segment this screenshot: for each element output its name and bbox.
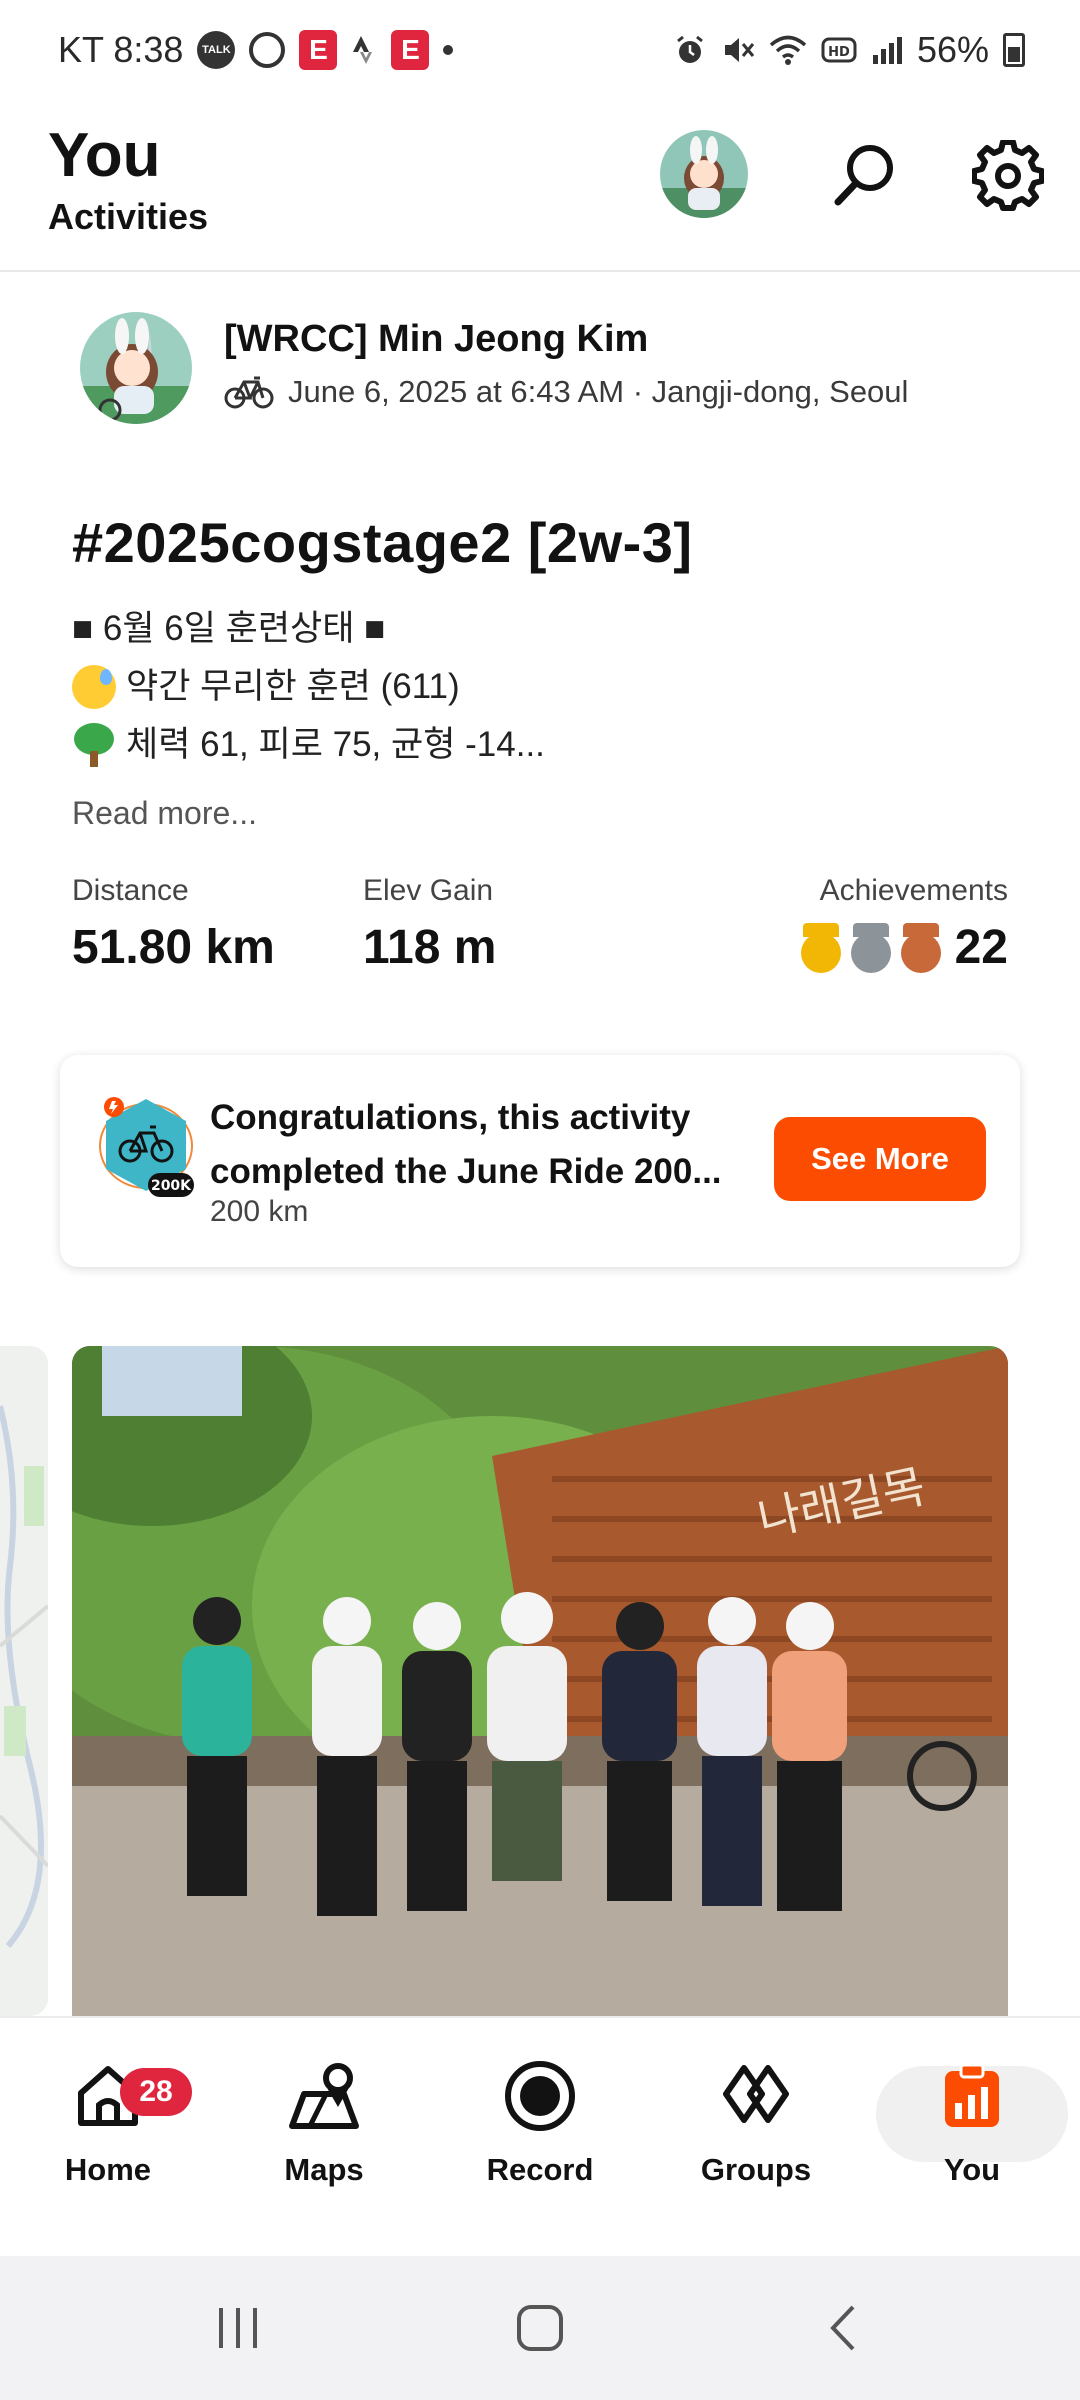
description-text: 체력 61, 피로 75, 균형 -14...	[126, 725, 545, 764]
bike-icon	[224, 376, 274, 409]
red-app-icon-2: E	[391, 30, 430, 70]
page-title: You	[48, 121, 161, 190]
status-left: KT 8:38 TALK E E	[58, 29, 454, 71]
distance-label: Distance	[72, 874, 189, 907]
record-icon	[502, 2058, 578, 2134]
challenge-title: Congratulations, this activity completed…	[210, 1098, 722, 1191]
route-map-thumbnail[interactable]	[0, 1346, 48, 2016]
status-right: HD 56%	[673, 29, 1025, 71]
athlete-name[interactable]: [WRCC] Min Jeong Kim	[224, 318, 648, 361]
activity-meta: June 6, 2025 at 6:43 AM · Jangji-dong, S…	[224, 374, 908, 410]
achievements-stat[interactable]: Achievements 22	[799, 874, 1008, 975]
home-square-icon	[517, 2305, 563, 2351]
battery-percent: 56%	[916, 29, 989, 70]
notification-dot	[443, 45, 454, 55]
activity-title[interactable]: #2025cogstage2 [2w-3]	[72, 510, 693, 575]
status-bar: KT 8:38 TALK E E HD 56%	[0, 0, 1080, 100]
nav-item-groups[interactable]: Groups	[676, 2058, 836, 2218]
distance-stat: Distance 51.80 km	[72, 874, 275, 975]
gear-icon	[972, 140, 1044, 211]
battery-icon	[1003, 33, 1025, 67]
description-text: ■ 6월 6일 훈련상태 ■	[72, 609, 386, 648]
elev-gain-value: 118 m	[363, 921, 497, 974]
nav-item-maps[interactable]: Maps	[244, 2058, 404, 2218]
read-more-link[interactable]: Read more...	[72, 795, 257, 832]
silver-medal-icon	[849, 922, 893, 973]
achievements-count: 22	[954, 921, 1008, 974]
home-notification-badge: 28	[120, 2068, 192, 2116]
red-app-icon: E	[299, 30, 338, 70]
strava-icon	[351, 34, 377, 66]
nav-label-groups: Groups	[700, 2152, 812, 2187]
description-line: ■ 6월 6일 훈련상태 ■	[72, 600, 545, 658]
nav-item-you[interactable]: You	[892, 2058, 1052, 2218]
wifi-icon	[769, 34, 807, 66]
elev-gain-stat: Elev Gain 118 m	[363, 874, 496, 975]
achievements-row: 22	[799, 920, 1008, 975]
activity-description: ■ 6월 6일 훈련상태 ■ 약간 무리한 훈련 (611) 체력 61, 피로…	[72, 600, 545, 774]
settings-button[interactable]	[968, 136, 1048, 216]
challenge-subtitle: 200 km	[210, 1195, 309, 1228]
activity-date-location: June 6, 2025 at 6:43 AM · Jangji-dong, S…	[288, 374, 909, 409]
carrier-time: KT 8:38	[58, 29, 184, 70]
recent-apps-icon	[219, 2308, 257, 2348]
nav-label-maps: Maps	[284, 2152, 364, 2187]
alarm-icon	[673, 33, 707, 67]
description-line: 약간 무리한 훈련 (611)	[72, 658, 545, 716]
signal-icon	[871, 35, 903, 65]
see-more-button[interactable]: See More	[774, 1117, 986, 1201]
back-chevron-icon	[830, 2305, 855, 2351]
page-subtitle: Activities	[48, 196, 209, 237]
description-line: 체력 61, 피로 75, 균형 -14...	[72, 716, 545, 774]
sweat-smile-icon	[72, 665, 116, 709]
challenge-badge-icon: 200K	[96, 1091, 196, 1201]
gold-medal-icon	[799, 922, 843, 973]
you-icon	[934, 2058, 1010, 2134]
app-header: You Activities	[0, 100, 1080, 272]
search-button[interactable]	[824, 136, 904, 216]
bottom-navigation: Home 28 Maps Record Groups You	[0, 2016, 1080, 2256]
nav-label-home: Home	[64, 2152, 152, 2187]
nav-label-you: You	[943, 2152, 1001, 2187]
back-button[interactable]	[804, 2296, 884, 2360]
tree-icon	[72, 723, 116, 767]
search-icon	[834, 145, 893, 206]
maps-icon	[286, 2058, 362, 2134]
challenge-card[interactable]: 200K Congratulations, this activity comp…	[60, 1055, 1020, 1267]
svg-text:HD: HD	[828, 45, 850, 60]
nav-label-record: Record	[486, 2152, 594, 2187]
groups-icon	[718, 2058, 794, 2134]
profile-avatar[interactable]	[660, 130, 748, 218]
system-navigation-bar	[0, 2256, 1080, 2400]
elev-gain-label: Elev Gain	[363, 874, 494, 907]
mute-icon	[721, 33, 755, 67]
achievements-label: Achievements	[819, 874, 1008, 907]
distance-value: 51.80 km	[72, 921, 275, 974]
athlete-avatar[interactable]	[80, 312, 192, 424]
hd-icon: HD	[821, 36, 857, 64]
activity-photo[interactable]: 나래길목	[72, 1346, 1008, 2016]
ring-icon	[249, 32, 286, 68]
badge-label: 200K	[151, 1178, 192, 1194]
home-system-button[interactable]	[500, 2296, 580, 2360]
description-text: 약간 무리한 훈련 (611)	[126, 667, 460, 706]
recent-apps-button[interactable]	[198, 2296, 278, 2360]
bronze-medal-icon	[899, 922, 943, 973]
nav-item-record[interactable]: Record	[460, 2058, 620, 2218]
talk-icon: TALK	[197, 31, 236, 69]
